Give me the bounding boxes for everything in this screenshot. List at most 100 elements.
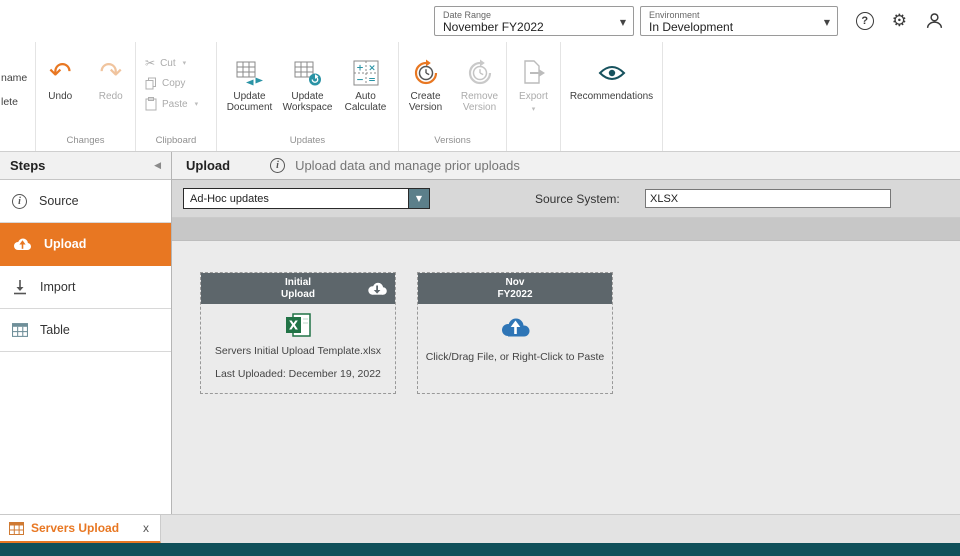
- svg-text:×: ×: [368, 64, 376, 74]
- profile-icon[interactable]: [925, 11, 944, 30]
- redo-icon: ↷: [99, 60, 122, 86]
- delete-button-cutoff[interactable]: lete: [1, 96, 18, 108]
- download-template-icon[interactable]: [366, 281, 388, 300]
- steps-header: Steps ◀: [0, 152, 171, 180]
- group-label-updates: Updates: [217, 135, 398, 151]
- export-button[interactable]: Export ▾: [510, 58, 558, 113]
- ribbon-group-recommendations: Recommendations: [561, 42, 663, 151]
- update-document-icon: [236, 60, 264, 86]
- paste-icon: [145, 97, 157, 111]
- source-system-label: Source System:: [535, 192, 620, 206]
- environment-dropdown[interactable]: Environment In Development ▼: [640, 6, 838, 36]
- initial-upload-card-header: Initial Upload: [201, 273, 395, 304]
- sidebar-item-label: Upload: [44, 237, 86, 251]
- sidebar-item-upload[interactable]: Upload: [0, 223, 171, 266]
- last-uploaded-text: Last Uploaded: December 19, 2022: [215, 368, 381, 380]
- status-footer-bar: [0, 543, 960, 556]
- ribbon-group-changes: ↶ Undo ↷ Redo Changes: [36, 42, 136, 151]
- top-bar: Date Range November FY2022 ▼ Environment…: [0, 0, 960, 42]
- svg-text:−: −: [356, 76, 364, 86]
- table-icon: [9, 522, 24, 535]
- chevron-down-icon: ▾: [183, 59, 187, 67]
- update-type-value: Ad-Hoc updates: [184, 189, 408, 208]
- cut-icon: ✂: [145, 56, 155, 70]
- environment-value: In Development: [649, 20, 815, 34]
- create-version-button[interactable]: Create Version: [400, 58, 452, 113]
- update-workspace-button[interactable]: Update Workspace: [280, 58, 336, 113]
- copy-icon: [145, 77, 157, 90]
- date-range-label: Date Range: [443, 10, 611, 20]
- sidebar-item-label: Import: [40, 280, 75, 294]
- sidebar-item-import[interactable]: Import: [0, 266, 171, 309]
- cut-button[interactable]: ✂ Cut ▾: [145, 56, 212, 70]
- sidebar-item-label: Source: [39, 194, 79, 208]
- recommendations-button[interactable]: Recommendations: [564, 58, 660, 102]
- auto-calculate-button[interactable]: + × − = Auto Calculate: [338, 58, 394, 113]
- table-icon: [12, 323, 28, 337]
- page-subtitle: Upload data and manage prior uploads: [295, 158, 520, 173]
- upload-toolbar: Ad-Hoc updates ▼ Source System:: [172, 180, 960, 218]
- ribbon-group-updates: Update Document: [217, 42, 399, 151]
- initial-upload-card-body: X Servers Initial Upload Template.xlsx L…: [201, 304, 395, 380]
- sidebar-item-source[interactable]: i Source: [0, 180, 171, 223]
- undo-button[interactable]: ↶ Undo: [36, 58, 85, 102]
- upload-cloud-blue-icon: [498, 315, 532, 339]
- steps-title: Steps: [10, 158, 45, 173]
- update-type-dropdown[interactable]: Ad-Hoc updates ▼: [183, 188, 430, 209]
- date-range-dropdown[interactable]: Date Range November FY2022 ▼: [434, 6, 634, 36]
- update-document-button[interactable]: Update Document: [222, 58, 278, 113]
- svg-text:+: +: [356, 64, 364, 74]
- chevron-down-icon: ▾: [532, 105, 536, 113]
- copy-button[interactable]: Copy: [145, 77, 212, 90]
- source-system-input[interactable]: [645, 189, 891, 208]
- group-label-recommendations: [561, 135, 662, 151]
- ribbon-group-clipboard: ✂ Cut ▾ Copy Paste: [136, 42, 217, 151]
- initial-upload-card[interactable]: Initial Upload: [200, 272, 396, 394]
- group-label-clipboard: Clipboard: [136, 135, 216, 151]
- update-workspace-icon: [294, 60, 322, 86]
- export-icon: [522, 60, 545, 86]
- chevron-down-icon: ▾: [195, 100, 199, 108]
- ribbon-spacer: [663, 42, 960, 151]
- tab-servers-upload[interactable]: Servers Upload x: [0, 515, 161, 544]
- tab-label: Servers Upload: [31, 521, 134, 535]
- rename-button-cutoff[interactable]: name: [1, 72, 27, 84]
- remove-version-icon: [465, 59, 495, 87]
- page-title: Upload: [186, 158, 230, 173]
- dropzone-instruction: Click/Drag File, or Right-Click to Paste: [426, 351, 605, 363]
- sidebar-item-table[interactable]: Table: [0, 309, 171, 352]
- import-download-icon: [12, 279, 28, 295]
- help-icon[interactable]: ?: [856, 12, 874, 30]
- chevron-down-icon: ▼: [408, 189, 429, 208]
- svg-text:=: =: [368, 76, 376, 86]
- new-upload-dropzone-card[interactable]: Nov FY2022 Click/Drag File,: [417, 272, 613, 394]
- excel-file-icon: X: [285, 313, 311, 337]
- main-header: Upload i Upload data and manage prior up…: [172, 152, 960, 180]
- gear-icon[interactable]: ⚙: [892, 12, 907, 30]
- ribbon-group-versions: Create Version Remove Version: [399, 42, 507, 151]
- remove-version-button[interactable]: Remove Version: [454, 58, 506, 113]
- info-icon: i: [12, 194, 27, 209]
- svg-text:X: X: [289, 319, 299, 333]
- secondary-band: [172, 218, 960, 241]
- paste-button[interactable]: Paste ▾: [145, 97, 212, 111]
- sidebar-item-label: Table: [40, 323, 70, 337]
- auto-calculate-icon: + × − =: [353, 60, 379, 86]
- info-icon: i: [270, 158, 285, 173]
- eye-icon: [598, 65, 626, 81]
- redo-button[interactable]: ↷ Redo: [87, 58, 136, 102]
- group-label-versions: Versions: [399, 135, 506, 151]
- date-range-value: November FY2022: [443, 20, 611, 34]
- close-tab-icon[interactable]: x: [141, 521, 151, 535]
- chevron-down-icon: ▼: [620, 18, 626, 27]
- ribbon-toolbar: name lete ↶ Undo ↷ Redo Changes ✂ Cut: [0, 42, 960, 152]
- group-label-export: [507, 135, 560, 151]
- create-version-icon: [411, 59, 441, 87]
- bottom-tab-bar: Servers Upload x: [0, 514, 960, 543]
- environment-label: Environment: [649, 10, 815, 20]
- collapse-panel-icon[interactable]: ◀: [154, 161, 161, 171]
- steps-sidebar: Steps ◀ i Source Upload: [0, 152, 172, 514]
- uploaded-file-name: Servers Initial Upload Template.xlsx: [215, 345, 381, 357]
- chevron-down-icon: ▼: [824, 18, 830, 27]
- app-window: Date Range November FY2022 ▼ Environment…: [0, 0, 960, 556]
